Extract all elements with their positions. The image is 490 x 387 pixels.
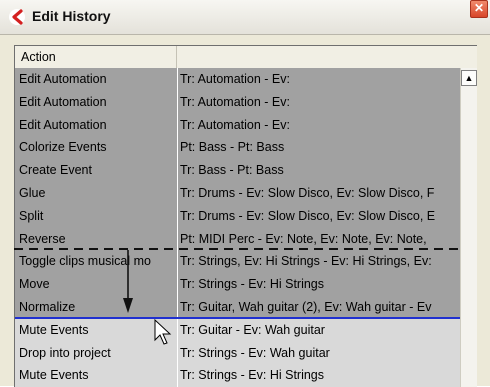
edit-history-window: Edit History ✕ Action Edit Automation Tr:…: [0, 0, 490, 387]
drag-arrow-head: [123, 298, 133, 313]
drag-annotation: [14, 248, 459, 345]
mouse-cursor-icon: [154, 318, 172, 345]
